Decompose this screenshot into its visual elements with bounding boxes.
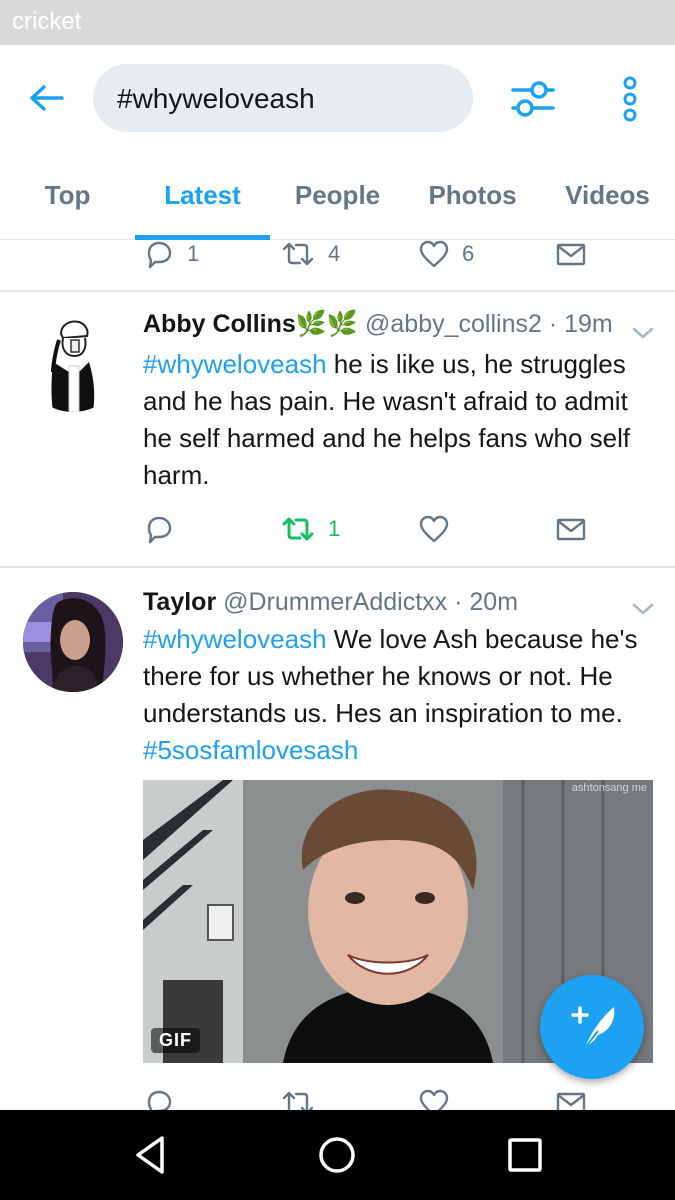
- back-button[interactable]: [22, 75, 70, 123]
- tab-videos[interactable]: Videos: [540, 150, 675, 240]
- avatar[interactable]: [23, 592, 123, 692]
- user-handle[interactable]: @DrummerAddictxx: [223, 588, 447, 616]
- like-button[interactable]: 6: [418, 237, 474, 271]
- media-watermark: ashtonsang me: [571, 782, 647, 794]
- display-name[interactable]: Abby Collins: [143, 310, 296, 338]
- compose-tweet-button[interactable]: [540, 975, 644, 1079]
- tweet-header: Abby Collins🌿🌿 @abby_collins2 · 19m: [143, 310, 613, 339]
- reply-button[interactable]: 1: [143, 237, 199, 271]
- tweet-time: · 19m: [548, 310, 613, 338]
- sliders-icon: [511, 81, 555, 117]
- tweet-time: · 20m: [454, 588, 519, 616]
- status-bar: cricket: [0, 0, 675, 45]
- tweet-text: #whyweloveash he is like us, he struggle…: [143, 346, 643, 494]
- system-nav-bar: [0, 1110, 675, 1200]
- search-field[interactable]: #whyweloveash: [93, 64, 473, 132]
- overflow-menu-button[interactable]: [608, 75, 652, 123]
- direct-message-button[interactable]: [555, 512, 587, 546]
- hashtag-link[interactable]: #5sosfamlovesash: [143, 735, 358, 765]
- carrier-label: cricket: [12, 8, 82, 35]
- reply-button[interactable]: [143, 512, 187, 546]
- tweet-header: Taylor @DrummerAddictxx · 20m: [143, 588, 518, 617]
- tweet-actions: 1: [143, 512, 603, 546]
- triangle-back-icon[interactable]: [128, 1132, 174, 1178]
- tab-top[interactable]: Top: [0, 150, 135, 240]
- gif-badge: GIF: [151, 1028, 200, 1053]
- avatar-photo-image: [23, 592, 123, 692]
- search-tabs: Top Latest People Photos Videos: [0, 150, 675, 240]
- chevron-down-icon[interactable]: [630, 324, 656, 342]
- display-name[interactable]: Taylor: [143, 588, 216, 616]
- user-handle[interactable]: @abby_collins2: [365, 310, 542, 338]
- tab-photos[interactable]: Photos: [405, 150, 540, 240]
- search-filter-button[interactable]: [505, 75, 561, 123]
- tweet-text: #whyweloveash We love Ash because he's t…: [143, 621, 643, 769]
- search-query[interactable]: #whyweloveash: [117, 83, 315, 115]
- retweet-count: 4: [328, 241, 341, 266]
- search-toolbar: #whyweloveash: [0, 45, 675, 150]
- reply-count: 1: [187, 241, 200, 266]
- retweet-icon: [282, 517, 314, 541]
- square-recents-icon[interactable]: [502, 1132, 548, 1178]
- retweet-count: 1: [328, 516, 341, 541]
- heart-icon: [419, 240, 449, 268]
- display-name-emoji: 🌿🌿: [295, 310, 359, 338]
- avatar[interactable]: [23, 312, 123, 412]
- tweet-item[interactable]: Abby Collins🌿🌿 @abby_collins2 · 19m #why…: [0, 292, 675, 566]
- avatar-sketch-image: [51, 320, 95, 412]
- previous-tweet-actions: 1 4 6: [143, 237, 603, 271]
- reply-icon: [147, 241, 172, 269]
- retweet-button[interactable]: 4: [280, 237, 340, 271]
- like-count: 6: [462, 241, 475, 266]
- heart-icon: [419, 515, 449, 543]
- envelope-icon: [556, 243, 586, 266]
- like-button[interactable]: [418, 512, 462, 546]
- direct-message-button[interactable]: [555, 237, 587, 271]
- retweet-button[interactable]: 1: [280, 512, 340, 546]
- chevron-down-icon[interactable]: [630, 600, 656, 618]
- retweet-icon: [282, 242, 314, 266]
- arrow-left-icon: [30, 85, 64, 111]
- tab-people[interactable]: People: [270, 150, 405, 240]
- circle-home-icon[interactable]: [314, 1132, 360, 1178]
- hashtag-link[interactable]: #whyweloveash: [143, 624, 327, 654]
- compose-tweet-icon: [571, 1006, 615, 1050]
- reply-icon: [147, 516, 172, 544]
- tab-latest[interactable]: Latest: [135, 150, 270, 240]
- envelope-icon: [556, 518, 586, 541]
- kebab-menu-icon: [623, 76, 637, 122]
- hashtag-link[interactable]: #whyweloveash: [143, 349, 327, 379]
